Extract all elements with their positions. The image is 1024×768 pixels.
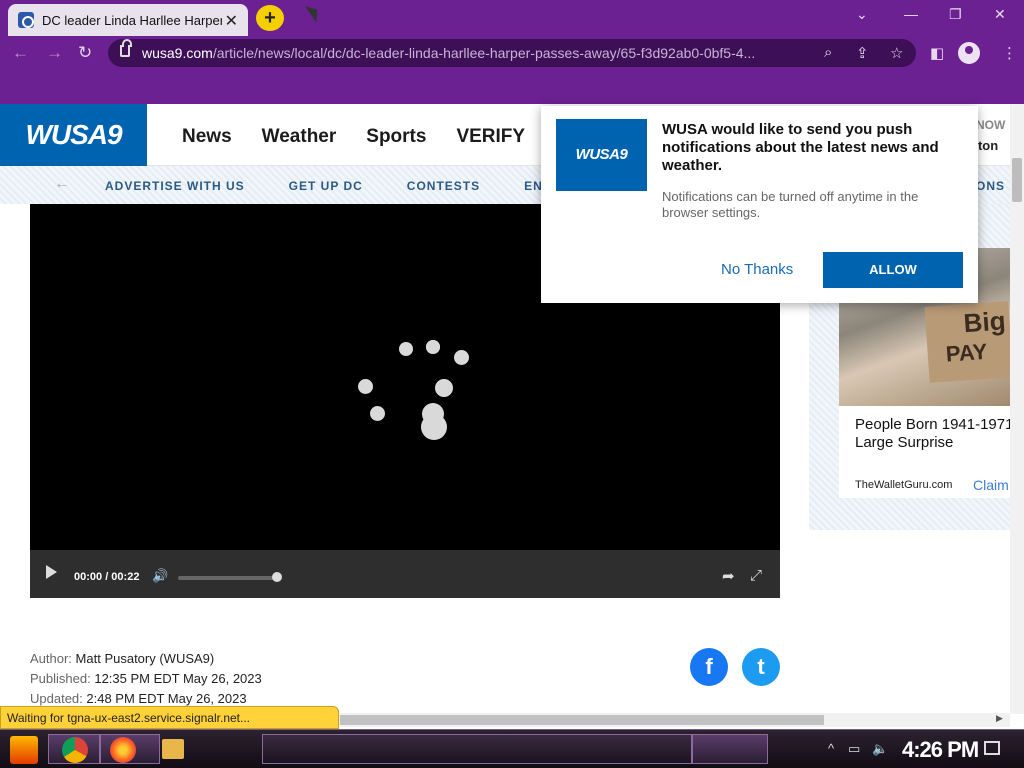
video-controls: 00:00 / 00:22 🔊 ➦ ⤢ — [30, 550, 780, 598]
taskbar-app-segment — [692, 734, 768, 764]
subnav-contests[interactable]: CONTESTS — [407, 179, 480, 193]
popup-title: WUSA would like to send you push notific… — [662, 121, 939, 174]
menu-icon[interactable]: ⋮ — [1002, 44, 1017, 62]
nav-verify[interactable]: VERIFY — [456, 126, 525, 148]
network-icon[interactable]: ▭ — [848, 741, 860, 757]
author-label: Author: — [30, 651, 72, 666]
now-label: NOW — [976, 118, 1006, 132]
mouse-cursor-icon — [304, 1, 324, 23]
taskbar-clock[interactable]: 4:26 PM — [902, 737, 979, 763]
page-top-banner — [0, 70, 1024, 104]
volume-tray-icon[interactable]: 🔈 — [872, 741, 888, 757]
subnav-items: ADVERTISE WITH US GET UP DC CONTESTS ENV — [105, 179, 552, 193]
ad-title[interactable]: People Born 1941-1971 Large Surprise — [855, 416, 1015, 452]
search-icon[interactable]: ⌕ — [824, 44, 832, 61]
tray-chevron-icon[interactable]: ^ — [828, 741, 834, 756]
firefox-icon[interactable] — [110, 737, 136, 763]
push-notification-dialog: WUSA9 WUSA would like to send you push n… — [541, 106, 978, 303]
tab-title: DC leader Linda Harllee Harper — [42, 12, 222, 28]
ad-sign-line1: Big — [962, 305, 1007, 339]
horizontal-scroll-thumb[interactable] — [340, 715, 824, 725]
nav-weather[interactable]: Weather — [262, 126, 337, 148]
ad-source[interactable]: TheWalletGuru.com — [855, 479, 952, 491]
subnav-right-item[interactable]: ONS — [976, 179, 1005, 193]
browser-toolbar: ← → ↻ wusa9.com/article/news/local/dc/dc… — [0, 36, 1024, 70]
profile-icon[interactable] — [958, 42, 980, 64]
facebook-icon[interactable]: f — [690, 648, 728, 686]
twitter-icon[interactable]: t — [742, 648, 780, 686]
url-path: /article/news/local/dc/dc-leader-linda-h… — [212, 45, 756, 61]
notification-center-icon[interactable] — [984, 741, 1000, 755]
wusa9-favicon-icon — [18, 12, 34, 28]
new-tab-button[interactable]: + — [256, 5, 284, 31]
file-explorer-icon[interactable] — [162, 739, 184, 759]
loading-spinner-dot — [435, 379, 453, 397]
main-nav: News Weather Sports VERIFY — [182, 126, 525, 148]
restore-icon[interactable]: ❐ — [949, 6, 962, 23]
popup-logo: WUSA9 — [556, 119, 647, 191]
loading-spinner-dot — [370, 406, 385, 421]
subnav-advertise[interactable]: ADVERTISE WITH US — [105, 179, 245, 193]
loading-spinner-dot — [422, 403, 444, 425]
minimize-icon[interactable]: — — [904, 6, 918, 22]
sidepanel-icon[interactable]: ◧ — [930, 44, 944, 62]
close-window-icon[interactable]: ✕ — [994, 6, 1006, 23]
subnav-get-up-dc[interactable]: GET UP DC — [289, 179, 363, 193]
volume-slider-knob[interactable] — [272, 572, 282, 582]
tab-close-icon[interactable]: ✕ — [225, 11, 238, 31]
site-logo[interactable]: WUSA9 — [0, 104, 147, 166]
published-date: 12:35 PM EDT May 26, 2023 — [94, 671, 262, 686]
loading-spinner-dot — [454, 350, 469, 365]
tab-search-icon[interactable]: ⌄ — [856, 6, 868, 23]
byline-author: Author: Matt Pusatory (WUSA9) — [30, 651, 214, 666]
vertical-scroll-thumb[interactable] — [1012, 158, 1022, 202]
status-bar: Waiting for tgna-ux-east2.service.signal… — [0, 706, 339, 729]
start-button[interactable] — [10, 736, 38, 764]
chrome-icon[interactable] — [62, 737, 88, 763]
back-icon[interactable]: ← — [12, 43, 29, 63]
loading-spinner-dot — [358, 379, 373, 394]
taskbar-preview-segment — [262, 734, 692, 764]
volume-slider[interactable] — [178, 576, 278, 580]
allow-button[interactable]: ALLOW — [823, 252, 963, 288]
loading-spinner-dot — [426, 340, 440, 354]
no-thanks-button[interactable]: No Thanks — [721, 261, 793, 278]
ad-sign: Big PAY — [924, 301, 1014, 383]
fullscreen-icon[interactable]: ⤢ — [750, 567, 762, 584]
byline-updated: Updated: 2:48 PM EDT May 26, 2023 — [30, 691, 247, 706]
url-text[interactable]: wusa9.com/article/news/local/dc/dc-leade… — [142, 45, 822, 61]
video-time: 00:00 / 00:22 — [74, 571, 140, 583]
popup-description: Notifications can be turned off anytime … — [662, 189, 919, 220]
share-arrow-icon[interactable]: ➦ — [722, 567, 735, 585]
browser-tab[interactable]: DC leader Linda Harllee Harper ✕ — [8, 4, 248, 36]
taskbar: ^ ▭ 🔈 4:26 PM — [0, 729, 1024, 768]
ad-sign-line2: PAY — [944, 338, 989, 367]
lock-icon[interactable] — [120, 39, 132, 57]
address-bar[interactable]: wusa9.com/article/news/local/dc/dc-leade… — [108, 39, 916, 67]
published-label: Published: — [30, 671, 91, 686]
subnav-back-arrow-icon[interactable]: ← — [54, 175, 70, 193]
author-name[interactable]: Matt Pusatory (WUSA9) — [76, 651, 215, 666]
ad-claim-link[interactable]: Claim — [973, 477, 1009, 493]
byline-published: Published: 12:35 PM EDT May 26, 2023 — [30, 671, 262, 686]
browser-tabbar: DC leader Linda Harllee Harper ✕ + ⌄ — ❐… — [0, 0, 1024, 36]
volume-icon[interactable]: 🔊 — [152, 568, 168, 584]
loading-spinner-dot — [399, 342, 413, 356]
forward-icon[interactable]: → — [46, 43, 63, 63]
star-icon[interactable]: ☆ — [890, 44, 903, 62]
nav-news[interactable]: News — [182, 126, 232, 148]
scroll-right-arrow-icon[interactable]: ▶ — [996, 713, 1003, 724]
updated-label: Updated: — [30, 691, 83, 706]
updated-date: 2:48 PM EDT May 26, 2023 — [86, 691, 247, 706]
share-icon[interactable]: ⇪ — [856, 44, 869, 62]
play-icon[interactable] — [46, 565, 57, 579]
url-host: wusa9.com — [142, 45, 213, 61]
nav-sports[interactable]: Sports — [366, 126, 426, 148]
reload-icon[interactable]: ↻ — [78, 43, 92, 63]
